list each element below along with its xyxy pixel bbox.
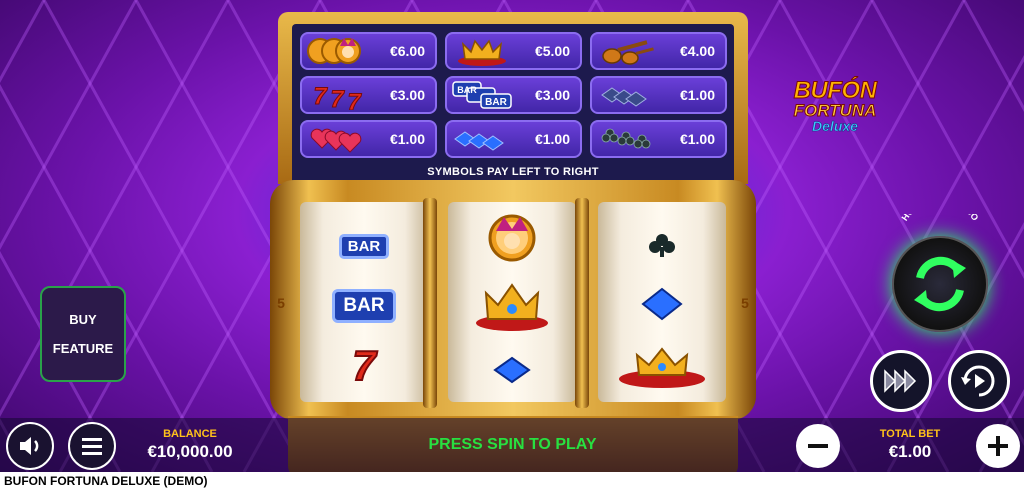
seven-icon: 777 [306,80,368,111]
buy-feature-label-1: BUY [69,312,97,327]
lute-icon [596,36,658,66]
paytable-cell: €4.00 [590,32,727,70]
jester-coin-icon [448,208,576,268]
paytable-cell: 7 7 7 €3.00 [300,76,437,114]
status-message: PRESS SPIN TO PLAY [428,436,597,453]
logo-line-2: FORTUNA [793,101,877,120]
left-line-number: 5 [277,295,285,311]
jester-coins-icon [306,36,368,66]
fast-forward-icon [884,369,917,393]
reel-3 [598,202,726,402]
paytable-value: €4.00 [679,43,715,59]
diamond-icon [448,340,576,400]
spin-area: HOLD FOR TURBO [870,214,1010,336]
heart-icon [306,124,368,154]
paytable-note: SYMBOLS PAY LEFT TO RIGHT [427,166,599,178]
balance-value: €10,000.00 [147,442,233,461]
buy-feature-button[interactable]: BUY FEATURE [40,286,126,382]
crown-icon [451,36,513,66]
hamburger-icon [82,438,102,455]
svg-text:7: 7 [330,86,345,110]
club-icon [598,216,726,276]
paytable-cell: €1.00 [590,120,727,158]
club-icon [596,124,658,154]
paytable-cell: BAR BAR €3.00 [445,76,582,114]
spade-icon [596,80,658,110]
speaker-icon [20,437,39,455]
window-title: BUFON FORTUNA DELUXE (DEMO) [0,472,1024,489]
diamond-icon [598,274,726,334]
turbo-button[interactable] [870,350,932,412]
paytable-grid: €6.00 €5.00 €4.00 7 7 7 €3.00 BAR BAR €3.00 €1.00 €… [300,32,727,158]
right-line-number: 5 [741,295,749,311]
bar-icon: BAR [300,276,428,336]
spin-button[interactable] [892,236,988,332]
buy-feature-label-2: FEATURE [52,341,114,356]
total-bet-label: TOTAL BET [879,428,941,440]
paytable-value: €1.00 [679,87,715,103]
slot-cabinet: €6.00 €5.00 €4.00 7 7 7 €3.00 BAR BAR €3.00 €1.00 €… [270,12,756,478]
reel-divider [575,198,589,408]
svg-text:BAR: BAR [485,97,507,108]
seven-icon: 7 [300,334,428,394]
paytable-value: €1.00 [389,131,425,147]
paytable-value: €1.00 [534,131,570,147]
game-logo: BUFÓN FORTUNA Deluxe [780,77,890,140]
svg-text:HOLD FOR TURBO: HOLD FOR TURBO [900,214,981,223]
menu-button[interactable] [68,422,116,470]
crown-icon [598,336,726,396]
paytable-value: €3.00 [534,87,570,103]
autoplay-icon [961,365,995,397]
paytable: €6.00 €5.00 €4.00 7 7 7 €3.00 BAR BAR €3.00 €1.00 €… [292,24,734,192]
sound-button[interactable] [6,422,54,470]
svg-text:BAR: BAR [457,85,477,95]
minus-icon [808,444,828,448]
paytable-cell: €1.00 [590,76,727,114]
paytable-cell: €1.00 [445,120,582,158]
bar-icon: BAR BAR [451,80,513,110]
bet-increase-button[interactable] [976,424,1020,468]
balance-label: BALANCE [163,428,217,440]
svg-text:7: 7 [352,342,377,386]
bar-icon: BAR [300,216,428,276]
paytable-cell: €5.00 [445,32,582,70]
paytable-frame: €6.00 €5.00 €4.00 7 7 7 €3.00 BAR BAR €3.00 €1.00 €… [278,12,748,192]
svg-text:7: 7 [313,83,328,110]
diamond-icon [451,124,513,154]
reel-2 [448,202,576,402]
crown-icon [448,276,576,336]
autoplay-button[interactable] [948,350,1010,412]
paytable-value: €5.00 [534,43,570,59]
paytable-cell: €1.00 [300,120,437,158]
logo-line-1: BUFÓN [793,77,877,104]
paytable-value: €1.00 [679,131,715,147]
paytable-value: €6.00 [389,43,425,59]
plus-icon [988,436,1008,456]
total-bet-value: €1.00 [888,442,932,461]
svg-text:7: 7 [347,89,362,110]
spin-arrows-icon [914,256,966,312]
paytable-cell: €6.00 [300,32,437,70]
reel-1: BAR BAR 7 [300,202,428,402]
bet-decrease-button[interactable] [796,424,840,468]
paytable-value: €3.00 [389,87,425,103]
logo-line-3: Deluxe [812,118,858,134]
reel-divider [423,198,437,408]
